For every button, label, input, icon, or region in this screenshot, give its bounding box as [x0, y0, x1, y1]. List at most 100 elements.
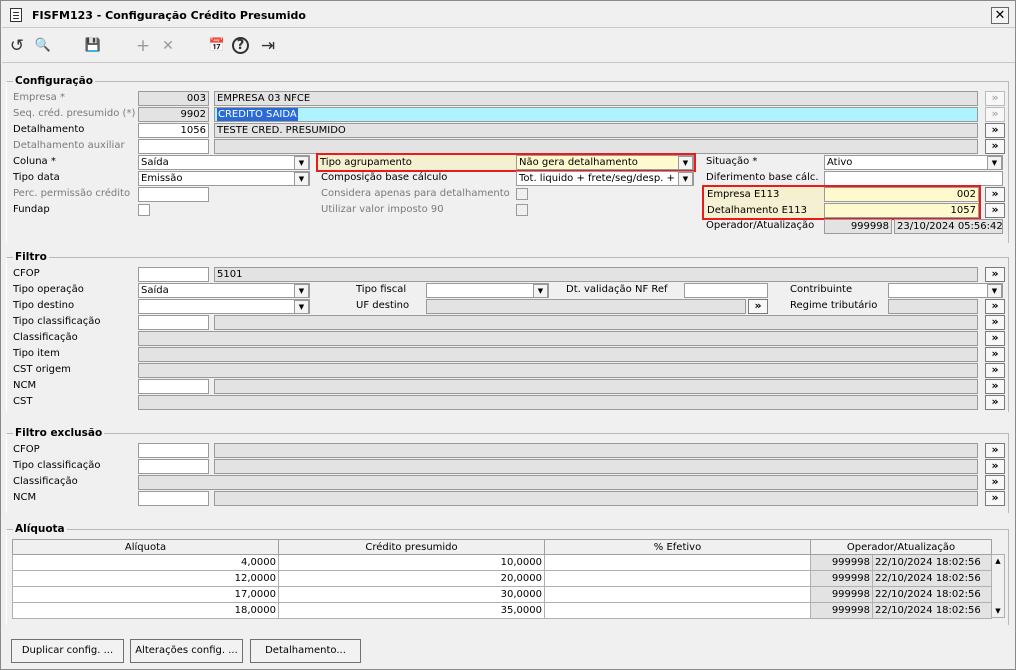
chevron-down-icon[interactable]: ▼ [533, 284, 548, 298]
excl-tipoclass-lookup-button[interactable]: » [985, 459, 1005, 474]
seq-code-field[interactable]: 9902 [138, 107, 209, 122]
table-row[interactable]: 18,0000 35,0000 999998 22/10/2024 18:02:… [12, 602, 992, 619]
col-operador[interactable]: Operador/Atualização [810, 539, 992, 555]
perc-field[interactable] [138, 187, 209, 202]
cst-origem-lookup-button[interactable]: » [985, 363, 1005, 378]
chevron-down-icon[interactable]: ▼ [987, 284, 1002, 298]
cell-credito[interactable]: 10,0000 [278, 554, 545, 571]
table-scrollbar[interactable]: ▲ ▼ [991, 554, 1005, 618]
dtval-field[interactable] [684, 283, 768, 298]
detalhamento-lookup-button[interactable]: » [985, 123, 1005, 138]
detalhamento-code-field[interactable]: 1056 [138, 123, 209, 138]
duplicar-button[interactable]: Duplicar config. ... [11, 639, 124, 663]
excl-cfop-lookup-button[interactable]: » [985, 443, 1005, 458]
cell-credito[interactable]: 20,0000 [278, 570, 545, 587]
ncm-lookup-button[interactable]: » [985, 379, 1005, 394]
cell-operador: 999998 [810, 586, 873, 603]
cell-credito[interactable]: 30,0000 [278, 586, 545, 603]
cst-lookup-button[interactable]: » [985, 395, 1005, 410]
diferimento-field[interactable] [824, 171, 1003, 186]
tipoop-select[interactable]: Saída [138, 283, 310, 298]
class-lookup-button[interactable]: » [985, 331, 1005, 346]
cst-label: CST [13, 396, 33, 407]
detaux-code-field[interactable] [138, 139, 209, 154]
cell-aliquota[interactable]: 18,0000 [12, 602, 279, 619]
chevron-down-icon[interactable]: ▼ [294, 172, 309, 186]
empresa-lookup-button[interactable]: » [985, 91, 1005, 106]
highlight-tipoagrup [316, 153, 696, 172]
cell-credito[interactable]: 35,0000 [278, 602, 545, 619]
excl-cfop-code-field[interactable] [138, 443, 209, 458]
tipodest-select[interactable] [138, 299, 310, 314]
empresa-e113-lookup-button[interactable]: » [985, 187, 1005, 202]
tipoclass-code-field[interactable] [138, 315, 209, 330]
tipoitem-label: Tipo item [13, 348, 60, 359]
considera-checkbox[interactable] [516, 188, 528, 200]
col-credito[interactable]: Crédito presumido [278, 539, 545, 555]
save-icon[interactable]: 💾 [82, 35, 104, 57]
fundap-checkbox[interactable] [138, 204, 150, 216]
scroll-up-icon[interactable]: ▲ [992, 555, 1004, 567]
detalhamento-name-field: TESTE CRED. PRESUMIDO [214, 123, 978, 138]
excl-cfop-list-field [214, 443, 978, 458]
tipofiscal-select[interactable] [426, 283, 549, 298]
excl-tipoclass-code-field[interactable] [138, 459, 209, 474]
delete-icon[interactable]: ✕ [157, 35, 179, 57]
cell-efetivo[interactable] [544, 586, 811, 603]
chevron-down-icon[interactable]: ▼ [294, 300, 309, 314]
cst-field [138, 395, 978, 410]
ncm-code-field[interactable] [138, 379, 209, 394]
cell-operador: 999998 [810, 570, 873, 587]
tipodata-label: Tipo data [13, 172, 60, 183]
tipodest-label: Tipo destino [13, 300, 75, 311]
cell-efetivo[interactable] [544, 570, 811, 587]
utilizar-checkbox[interactable] [516, 204, 528, 216]
cfop-code-field[interactable] [138, 267, 209, 282]
tipoclass-lookup-button[interactable]: » [985, 315, 1005, 330]
excl-class-lookup-button[interactable]: » [985, 475, 1005, 490]
chevron-down-icon[interactable]: ▼ [294, 284, 309, 298]
det-e113-lookup-button[interactable]: » [985, 203, 1005, 218]
help-icon[interactable]: ? [232, 37, 249, 54]
col-efetivo[interactable]: % Efetivo [544, 539, 811, 555]
exit-icon[interactable]: ⇥ [257, 35, 279, 57]
composicao-select[interactable]: Tot. liquido + frete/seg/desp. + ipi [516, 171, 694, 186]
cfop-lookup-button[interactable]: » [985, 267, 1005, 282]
tipoitem-lookup-button[interactable]: » [985, 347, 1005, 362]
table-row[interactable]: 4,0000 10,0000 999998 22/10/2024 18:02:5… [12, 554, 992, 571]
title-bar: FISFM123 - Configuração Crédito Presumid… [2, 2, 1015, 28]
cell-aliquota[interactable]: 4,0000 [12, 554, 279, 571]
cell-efetivo[interactable] [544, 554, 811, 571]
cell-operador: 999998 [810, 602, 873, 619]
detalhamento-button[interactable]: Detalhamento... [250, 639, 361, 663]
detaux-lookup-button[interactable]: » [985, 139, 1005, 154]
regime-lookup-button[interactable]: » [985, 299, 1005, 314]
chevron-down-icon[interactable]: ▼ [678, 172, 693, 186]
situacao-select[interactable]: Ativo [824, 155, 1003, 170]
calendar-icon[interactable]: 📅 [206, 35, 228, 57]
search-icon[interactable]: 🔍 [32, 35, 54, 57]
coluna-select[interactable]: Saída [138, 155, 310, 170]
excl-ncm-code-field[interactable] [138, 491, 209, 506]
excl-ncm-lookup-button[interactable]: » [985, 491, 1005, 506]
seq-lookup-button[interactable]: » [985, 107, 1005, 122]
aliquota-title: Alíquota [13, 523, 67, 535]
uf-lookup-button[interactable]: » [748, 299, 768, 314]
chevron-down-icon[interactable]: ▼ [294, 156, 309, 170]
table-row[interactable]: 17,0000 30,0000 999998 22/10/2024 18:02:… [12, 586, 992, 603]
tipodata-select[interactable]: Emissão [138, 171, 310, 186]
empresa-code-field[interactable]: 003 [138, 91, 209, 106]
cell-efetivo[interactable] [544, 602, 811, 619]
empresa-name-field: EMPRESA 03 NFCE [214, 91, 978, 106]
undo-icon[interactable]: ↺ [6, 35, 28, 57]
cell-aliquota[interactable]: 12,0000 [12, 570, 279, 587]
table-row[interactable]: 12,0000 20,0000 999998 22/10/2024 18:02:… [12, 570, 992, 587]
col-aliquota[interactable]: Alíquota [12, 539, 279, 555]
cell-aliquota[interactable]: 17,0000 [12, 586, 279, 603]
alteracoes-button[interactable]: Alterações config. ... [130, 639, 243, 663]
add-icon[interactable]: + [132, 35, 154, 57]
contrib-select[interactable] [888, 283, 1003, 298]
close-button[interactable]: ✕ [991, 7, 1009, 24]
chevron-down-icon[interactable]: ▼ [987, 156, 1002, 170]
scroll-down-icon[interactable]: ▼ [992, 605, 1004, 617]
